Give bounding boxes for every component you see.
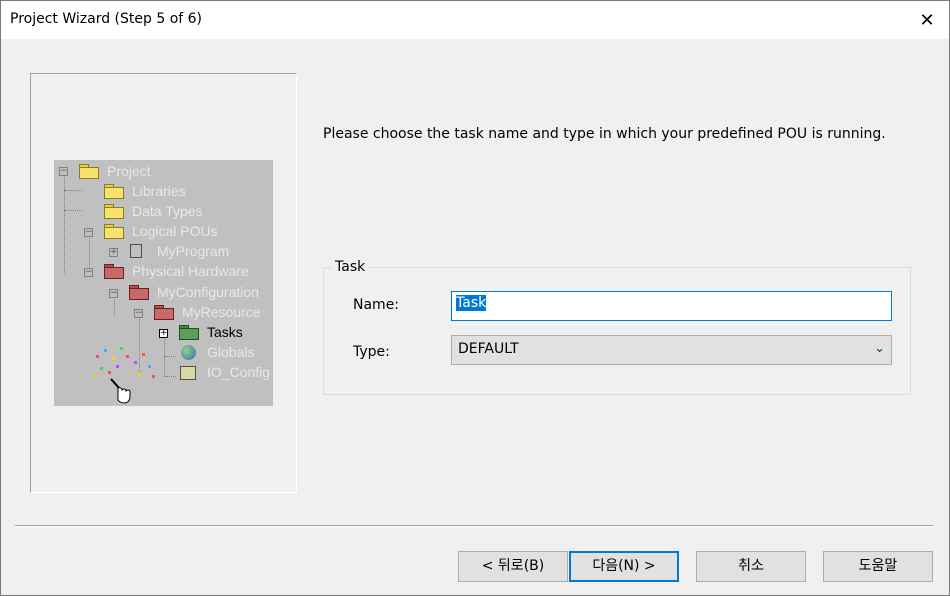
name-label: Name:: [353, 297, 400, 313]
resource-icon: [154, 305, 174, 320]
tree-expander-icon: +: [109, 247, 118, 257]
window-title: Project Wizard (Step 5 of 6): [10, 11, 203, 27]
button-separator: [15, 525, 933, 527]
task-type-value: DEFAULT: [458, 341, 519, 357]
folder-icon: [79, 164, 99, 179]
wizard-illustration-panel: − Project Libraries Data Types − Logical…: [30, 73, 297, 493]
folder-icon: [104, 224, 124, 239]
tree-item-data-types: Data Types: [132, 203, 203, 219]
tree-expander-icon: −: [109, 288, 118, 298]
program-icon: [130, 244, 142, 258]
close-icon[interactable]: ✕: [905, 1, 949, 39]
help-button[interactable]: 도움말: [823, 551, 933, 582]
type-label: Type:: [353, 344, 390, 360]
tree-expander-icon: +: [159, 328, 168, 338]
folder-icon: [104, 184, 124, 199]
tree-item-myresource: MyResource: [182, 304, 261, 320]
instruction-text: Please choose the task name and type in …: [323, 126, 886, 142]
tree-expander-icon: −: [59, 166, 68, 176]
task-name-input[interactable]: Task: [451, 291, 892, 321]
task-groupbox: Task Name: Task Type: DEFAULT ⌄: [323, 259, 911, 395]
io-config-icon: [180, 366, 196, 380]
hardware-folder-icon: [104, 264, 124, 279]
globe-icon: [181, 345, 196, 360]
tree-item-myconfiguration: MyConfiguration: [157, 284, 259, 300]
tree-item-logical-pous: Logical POUs: [132, 223, 218, 239]
tree-item-globals: Globals: [207, 344, 255, 360]
folder-icon: [104, 204, 124, 219]
tasks-folder-icon: [179, 325, 199, 340]
next-button[interactable]: 다음(N) >: [569, 551, 679, 582]
tree-item-myprogram: MyProgram: [157, 243, 230, 259]
tree-item-io-config: IO_Config: [207, 364, 271, 380]
project-wizard-dialog: Project Wizard (Step 5 of 6) ✕ − Project…: [0, 0, 950, 596]
chevron-down-icon: ⌄: [874, 341, 885, 356]
project-tree-illustration: − Project Libraries Data Types − Logical…: [54, 160, 273, 406]
configuration-icon: [129, 285, 149, 300]
tree-expander-icon: −: [134, 308, 143, 318]
pointing-hand-icon: [110, 378, 131, 404]
task-name-value: Task: [456, 295, 487, 311]
tree-expander-icon: −: [84, 267, 93, 277]
tree-item-physical-hardware: Physical Hardware: [132, 263, 249, 279]
task-type-select[interactable]: DEFAULT ⌄: [451, 335, 892, 365]
cancel-button[interactable]: 취소: [696, 551, 806, 582]
title-bar: Project Wizard (Step 5 of 6) ✕: [1, 1, 949, 39]
back-button[interactable]: < 뒤로(B): [458, 551, 568, 582]
tree-item-tasks: Tasks: [207, 324, 243, 340]
tree-item-project: Project: [107, 163, 151, 179]
task-group-title: Task: [332, 259, 369, 275]
tree-expander-icon: −: [84, 227, 93, 237]
tree-item-libraries: Libraries: [132, 183, 186, 199]
